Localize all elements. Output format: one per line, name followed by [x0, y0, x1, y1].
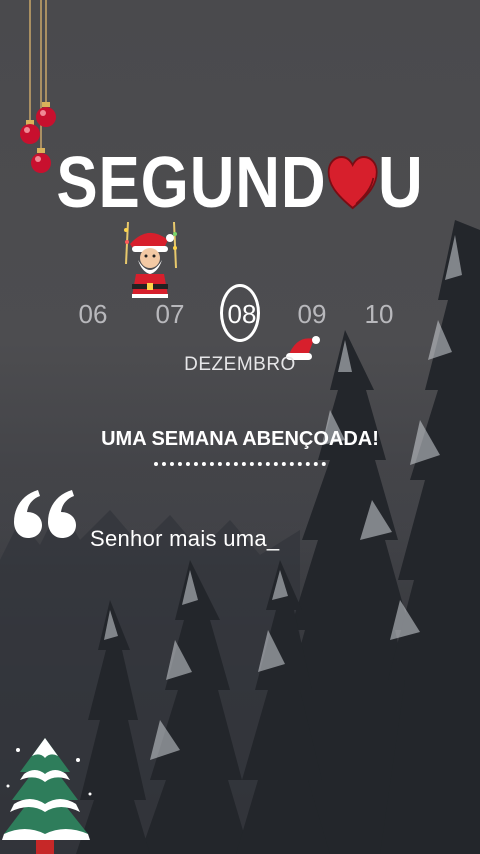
date-item-selected[interactable]: 08	[217, 284, 267, 342]
date-selector: 06 07 08 09 10	[0, 284, 480, 342]
date-item[interactable]: 07	[145, 290, 195, 340]
quote-icon	[14, 490, 76, 538]
story-screen: SEGUND U 06 07 08 09 10 DEZEMBRO UMA SEMA…	[0, 0, 480, 854]
subtitle: UMA SEMANA ABENÇOADA!	[101, 428, 379, 450]
title-left: SEGUND	[56, 143, 327, 223]
date-item[interactable]: 06	[68, 290, 118, 340]
body-text: Senhor mais uma_	[90, 526, 280, 551]
heart-icon	[327, 155, 378, 210]
title-right: U	[378, 143, 424, 223]
page-title: SEGUND U	[34, 138, 447, 228]
christmas-tree-icon	[2, 738, 92, 854]
dotted-divider	[154, 462, 326, 466]
date-item[interactable]: 10	[354, 290, 404, 340]
selected-date-ring	[220, 284, 260, 342]
month-label: DEZEMBRO	[184, 354, 296, 375]
